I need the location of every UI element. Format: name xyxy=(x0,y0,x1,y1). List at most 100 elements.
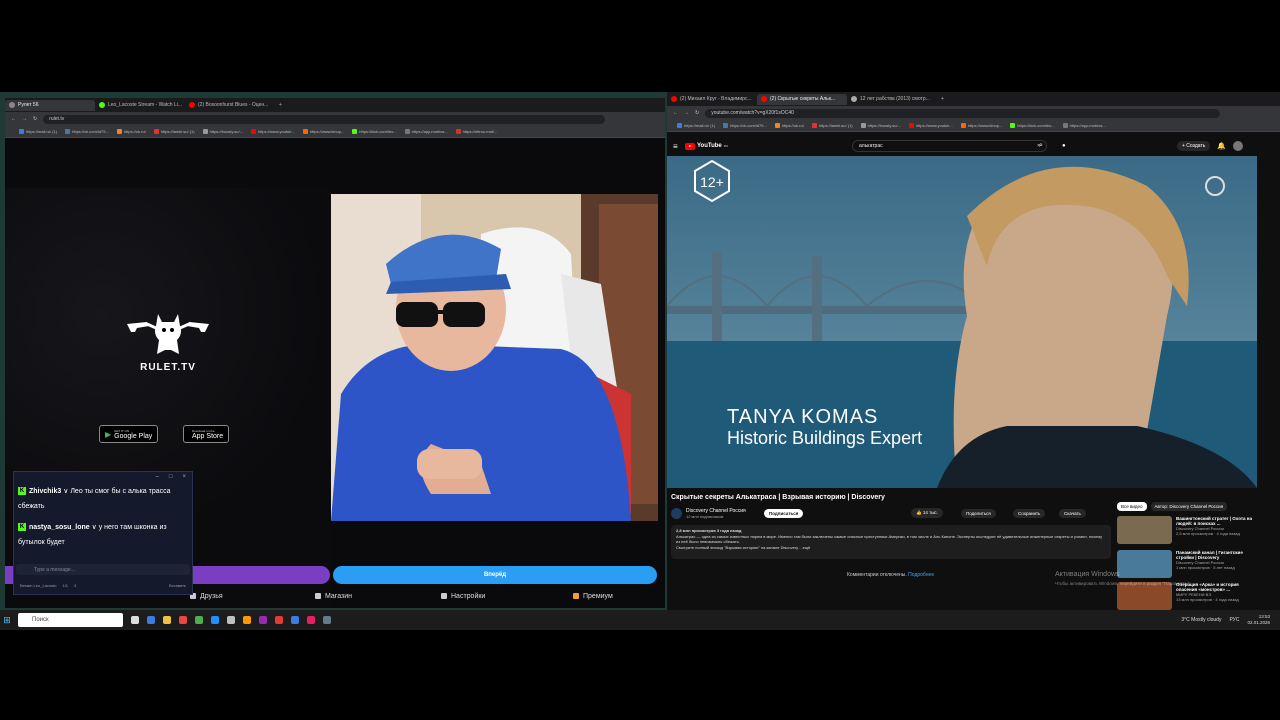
bookmark-item[interactable]: https://ok.ru/ xyxy=(116,129,146,134)
bookmark-item[interactable]: https://kick.com/leo... xyxy=(1010,123,1055,128)
search-input[interactable]: алькатрас × xyxy=(852,140,1047,152)
video-description[interactable]: 2,8 млн просмотров 3 года назад Алькатра… xyxy=(671,525,1111,559)
google-play-button[interactable]: ▶ GET IT ON Google Play xyxy=(99,425,159,443)
bookmark-item[interactable]: https://ok.ru/ xyxy=(774,123,804,128)
webcam-video xyxy=(331,194,658,521)
channel-avatar[interactable] xyxy=(671,507,682,519)
taskbar-app-icon[interactable] xyxy=(227,616,235,624)
weather-widget[interactable]: 3°C Mostly cloudy xyxy=(1181,617,1221,623)
recommendation-item[interactable]: Вашингтонский стратег | Охота на людей: … xyxy=(1117,516,1257,544)
nav-settings[interactable]: Настройки xyxy=(441,593,485,600)
bookmark-label: https://kick.com/leo... xyxy=(1017,123,1055,128)
search-icon[interactable]: ⌕ xyxy=(1039,142,1043,150)
video-player[interactable]: 12+ TANYA KOMAS Historic Buildings Exper… xyxy=(667,156,1257,488)
bookmark-item[interactable]: https://www.kinop... xyxy=(302,129,344,134)
bookmark-item[interactable]: https://www.youtub... xyxy=(250,129,295,134)
bookmark-item[interactable]: https://boosty.su/... xyxy=(860,123,901,128)
minimize-icon[interactable]: – xyxy=(156,474,159,480)
nav-shop[interactable]: Магазин xyxy=(315,593,352,600)
taskbar-app-icon[interactable] xyxy=(275,616,283,624)
save-label: Сохранить xyxy=(1018,510,1041,516)
taskbar-apps xyxy=(131,616,331,624)
reload-icon[interactable]: ↻ xyxy=(33,116,37,122)
reload-icon[interactable]: ↻ xyxy=(695,110,699,116)
bookmark-item[interactable]: https://drtrou.mail... xyxy=(455,129,497,134)
bookmark-favicon-icon xyxy=(352,129,358,134)
chat-username[interactable]: Zhivchik3 xyxy=(29,488,61,495)
chevron-down-icon: ∨ xyxy=(91,524,97,531)
rec-title: Вашингтонский стратег | Охота на людей: … xyxy=(1176,516,1253,526)
bookmark-item[interactable]: https://boosty.su/... xyxy=(202,129,243,134)
bookmark-item[interactable]: https://lamki.su/ (1) xyxy=(153,129,195,134)
taskbar-app-icon[interactable] xyxy=(179,616,187,624)
bookmark-item[interactable]: https://www.kinop... xyxy=(960,123,1002,128)
right-tab-1[interactable]: (2) Скрытые секреты Альк... xyxy=(757,93,847,105)
taskbar-app-icon[interactable] xyxy=(131,616,139,624)
taskbar-app-icon[interactable] xyxy=(243,616,251,624)
download-button[interactable]: Скачать xyxy=(1059,508,1086,518)
taskbar-app-icon[interactable] xyxy=(195,616,203,624)
url-field[interactable]: youtube.com/watch?v=gX20f1sOC40 xyxy=(705,108,1220,118)
rulet-logo[interactable]: RULET.TV xyxy=(123,308,213,373)
bookmark-item[interactable]: https://vk.com/id79... xyxy=(723,123,767,128)
left-tab-2[interactable]: (2) Bosoonhurst Blues - Оцен... xyxy=(185,100,275,111)
bookmark-item[interactable]: https://www.youtub... xyxy=(908,123,953,128)
bookmark-item[interactable]: https://mail.ru/ (1) xyxy=(677,123,715,128)
taskbar-search[interactable]: Поиск xyxy=(18,613,123,627)
back-icon[interactable]: ← xyxy=(11,116,16,122)
tab-label: 12 лет рабства (2013) смотр... xyxy=(860,96,930,102)
chip-all[interactable]: Все видео xyxy=(1117,502,1147,511)
forward-icon[interactable]: → xyxy=(684,110,689,116)
avatar[interactable] xyxy=(1233,141,1243,151)
close-icon[interactable]: × xyxy=(182,474,186,480)
chat-username[interactable]: nastya_sosu_lone xyxy=(29,524,90,531)
menu-icon[interactable]: ≡ xyxy=(673,142,678,151)
comments-more-link[interactable]: Подробнее xyxy=(908,572,934,578)
start-button[interactable]: Вперёд xyxy=(333,566,657,584)
taskbar-app-icon[interactable] xyxy=(211,616,219,624)
bookmark-item[interactable]: https://mail.ru/ (1) xyxy=(19,129,57,134)
like-button[interactable]: 👍 14 тыс. xyxy=(911,508,943,518)
chat-footer-link[interactable]: Вставить xyxy=(169,583,186,588)
bookmark-item[interactable]: https://app.mobios... xyxy=(1062,123,1106,128)
taskbar-app-icon[interactable] xyxy=(259,616,267,624)
bookmark-item[interactable]: https://kick.com/leo... xyxy=(352,129,397,134)
new-tab-icon[interactable]: + xyxy=(941,96,944,102)
left-tab-1[interactable]: Leo_Lacoste Stream - Watch Li... xyxy=(95,100,185,111)
right-tab-0[interactable]: (2) Михаил Круг - Владимирс... xyxy=(667,94,757,105)
chat-input[interactable]: Type a message... xyxy=(16,564,190,575)
nav-premium[interactable]: Премиум xyxy=(573,593,613,600)
taskbar-app-icon[interactable] xyxy=(147,616,155,624)
windows-start-icon[interactable]: ⊞ xyxy=(0,610,14,630)
taskbar-app-icon[interactable] xyxy=(323,616,331,624)
bookmark-item[interactable]: https://app.mobios... xyxy=(404,129,448,134)
save-button[interactable]: Сохранить xyxy=(1013,508,1046,518)
forward-icon[interactable]: → xyxy=(22,116,27,122)
microphone-icon[interactable]: ● xyxy=(1062,143,1066,149)
new-tab-icon[interactable]: + xyxy=(279,102,282,108)
bookmark-favicon-icon xyxy=(250,129,256,134)
bookmark-item[interactable]: https://lamki.su/ (1) xyxy=(811,123,853,128)
right-tab-2[interactable]: 12 лет рабства (2013) смотр... xyxy=(847,94,937,105)
left-tab-0[interactable]: Рулет 56 xyxy=(5,99,95,111)
chip-author[interactable]: Автор: Discovery Channel Россия xyxy=(1150,502,1228,511)
nav-friends[interactable]: Друзья xyxy=(190,593,223,600)
create-button[interactable]: + Создать xyxy=(1177,141,1211,151)
taskbar-app-icon[interactable] xyxy=(163,616,171,624)
back-icon[interactable]: ← xyxy=(673,110,678,116)
url-field[interactable]: rulet.tv xyxy=(43,114,605,124)
bookmark-item[interactable]: https://vk.com/id79... xyxy=(65,129,109,134)
maximize-icon[interactable]: □ xyxy=(169,474,173,480)
channel-name[interactable]: Discovery Channel Россия xyxy=(686,508,746,514)
subscribe-button[interactable]: Подписаться xyxy=(764,508,804,518)
bookmark-label: https://vk.com/id79... xyxy=(730,123,767,128)
app-store-button[interactable]: Download on the App Store xyxy=(183,425,230,443)
share-button[interactable]: Поделиться xyxy=(961,508,996,518)
clock[interactable]: 13:53 02.01.2026 xyxy=(1247,614,1270,626)
taskbar-app-icon[interactable] xyxy=(291,616,299,624)
youtube-logo[interactable]: YouTube RU xyxy=(685,142,728,150)
taskbar-app-icon[interactable] xyxy=(307,616,315,624)
language-indicator[interactable]: РУС xyxy=(1229,617,1239,623)
notifications-icon[interactable]: 🔔 xyxy=(1217,142,1226,150)
description-text: Алькатрас — одна из самых известных тюре… xyxy=(676,533,1103,545)
